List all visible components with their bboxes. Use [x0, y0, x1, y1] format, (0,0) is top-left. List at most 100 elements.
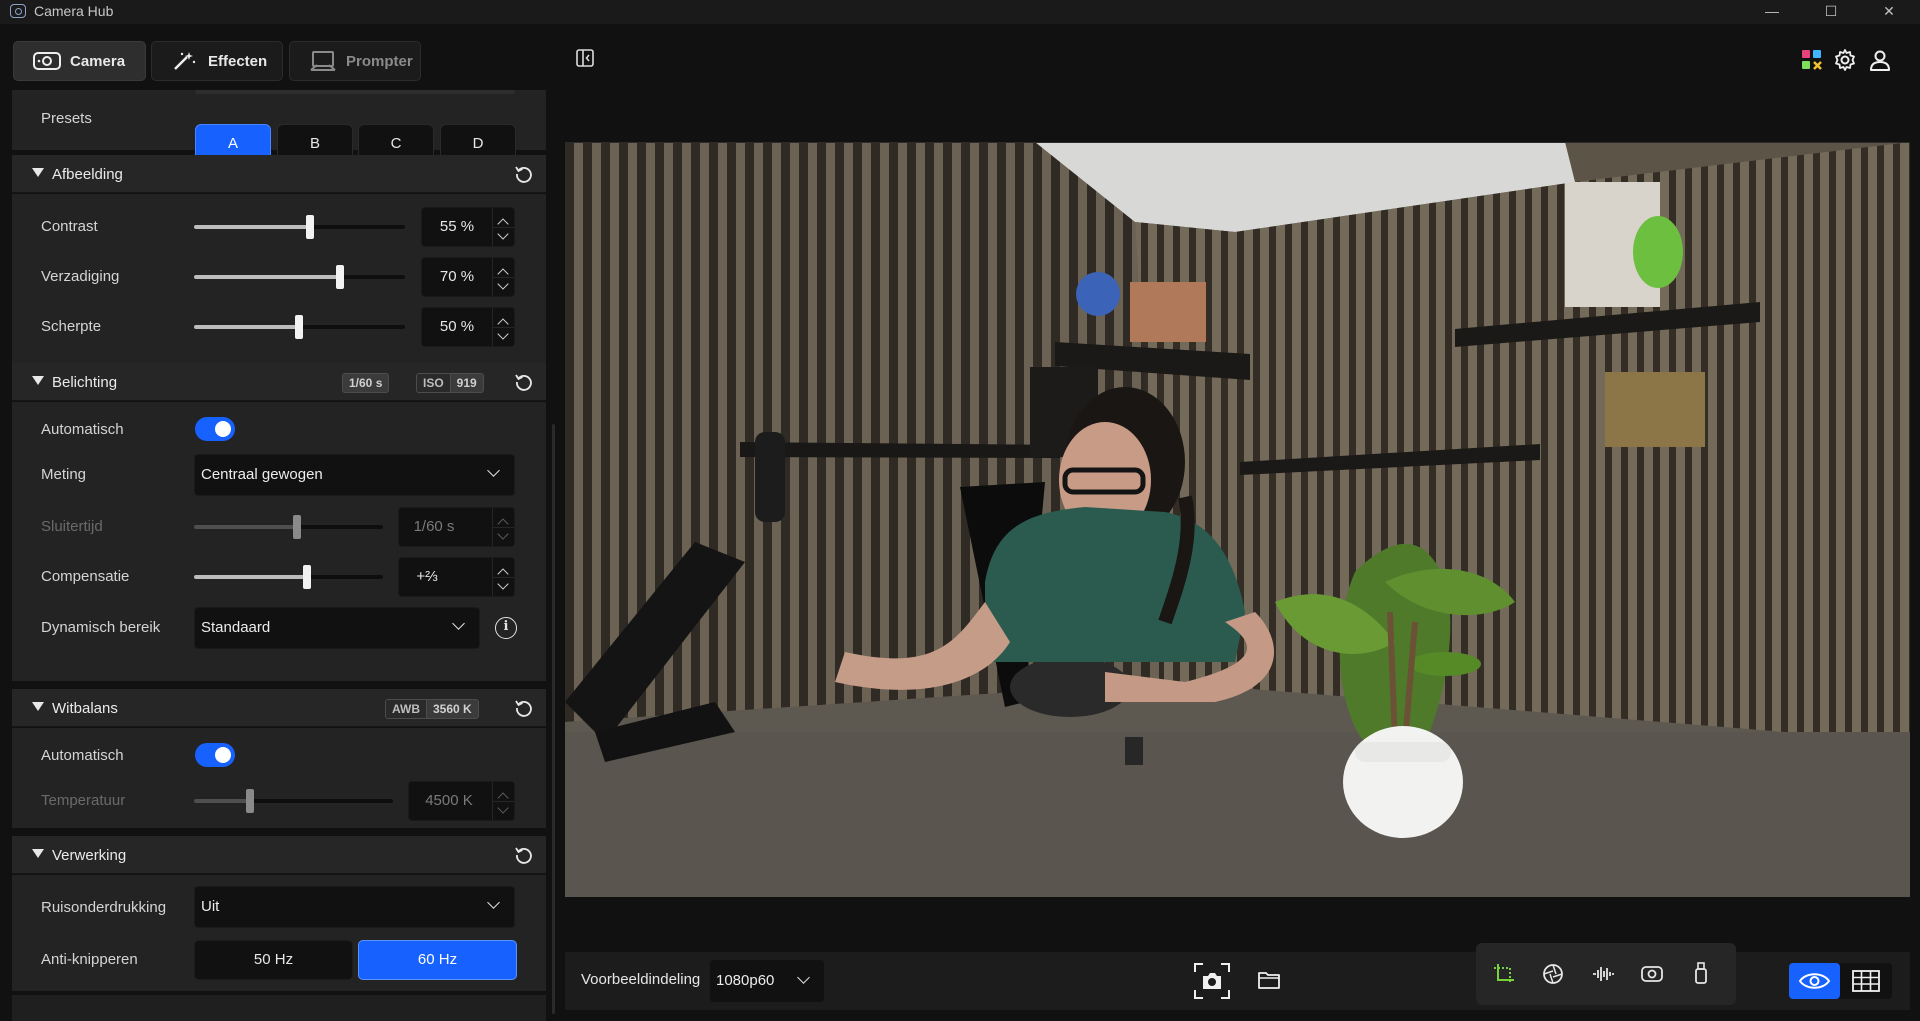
contrast-slider-thumb[interactable]: [306, 215, 314, 239]
belichting-automatisch-toggle[interactable]: [195, 417, 235, 441]
close-button[interactable]: ✕: [1866, 0, 1912, 24]
temperatuur-slider-thumb: [246, 789, 254, 813]
witbalans-header[interactable]: Witbalans AWB 3560 K: [12, 689, 546, 727]
chevron-down-icon: [497, 528, 509, 540]
reset-icon[interactable]: [514, 164, 534, 184]
afbeelding-header[interactable]: Afbeelding: [12, 155, 546, 193]
belichting-header[interactable]: Belichting 1/60 s ISO 919: [12, 363, 546, 401]
contrast-stepper[interactable]: 55 %: [421, 207, 515, 247]
stepper-arrows[interactable]: [492, 258, 514, 296]
contrast-value[interactable]: 55 %: [422, 208, 492, 246]
verzadiging-label: Verzadiging: [41, 268, 120, 285]
ruisonderdrukking-dropdown[interactable]: Uit: [194, 886, 515, 928]
dynamisch-bereik-label: Dynamisch bereik: [41, 619, 161, 636]
tab-prompter[interactable]: Prompter: [289, 41, 421, 81]
chevron-down-icon: [487, 896, 500, 909]
chevron-down-icon[interactable]: [497, 328, 509, 340]
user-icon[interactable]: [1868, 48, 1892, 72]
hz-50-button[interactable]: 50 Hz: [194, 940, 353, 980]
apps-icon[interactable]: [1800, 48, 1824, 72]
verzadiging-slider[interactable]: [194, 265, 405, 289]
resolution-dropdown[interactable]: 1080p60: [710, 960, 824, 1002]
tab-camera[interactable]: Camera: [13, 41, 146, 81]
usb-device-icon[interactable]: [1692, 961, 1710, 985]
verwerking-title: Verwerking: [52, 847, 127, 864]
folder-icon[interactable]: [1258, 970, 1280, 990]
meting-label: Meting: [41, 466, 87, 483]
camera-feed-image: [565, 142, 1910, 897]
hz-60-button[interactable]: 60 Hz: [358, 940, 517, 980]
chevron-down-icon[interactable]: [497, 578, 509, 590]
contrast-slider-fill: [194, 225, 310, 229]
ruisonderdrukking-label: Ruisonderdrukking: [41, 899, 167, 916]
tab-effecten-label: Effecten: [208, 52, 268, 70]
info-icon[interactable]: i: [495, 617, 517, 639]
maximize-button[interactable]: ☐: [1808, 0, 1854, 24]
camera-preview[interactable]: [565, 142, 1910, 897]
preview-view-button[interactable]: [1789, 963, 1840, 999]
preview-tools-group: [1476, 943, 1736, 1005]
reset-icon[interactable]: [514, 845, 534, 865]
compensatie-slider-fill: [194, 575, 307, 579]
temperatuur-slider-fill: [194, 799, 250, 803]
stepper-arrows[interactable]: [492, 308, 514, 346]
aperture-icon[interactable]: [1542, 963, 1564, 985]
crop-frame-icon[interactable]: [1493, 963, 1515, 985]
stepper-arrows[interactable]: [492, 208, 514, 246]
iso-badge-value: 919: [456, 376, 477, 390]
verzadiging-stepper[interactable]: 70 %: [421, 257, 515, 297]
collapse-triangle-icon: [32, 376, 44, 385]
scrollbar[interactable]: [552, 424, 555, 1014]
sluitertijd-slider: [194, 515, 383, 539]
webcam-icon: [32, 50, 62, 72]
compensatie-stepper[interactable]: +⅔: [398, 557, 515, 597]
witbalans-automatisch-toggle[interactable]: [195, 743, 235, 767]
anti-knipperen-label: Anti-knipperen: [41, 951, 138, 968]
chevron-down-icon[interactable]: [497, 278, 509, 290]
presets-label: Presets: [41, 110, 92, 127]
stepper-arrows[interactable]: [492, 558, 514, 596]
sidebar-collapse-icon[interactable]: [576, 49, 594, 67]
chevron-down-icon[interactable]: [497, 228, 509, 240]
chevron-down-icon: [797, 971, 810, 984]
afbeelding-title: Afbeelding: [52, 166, 123, 183]
scherpte-slider[interactable]: [194, 315, 405, 339]
witbalans-title: Witbalans: [52, 700, 118, 717]
shutter-badge: 1/60 s: [342, 373, 390, 393]
audio-waveform-icon[interactable]: [1591, 963, 1615, 985]
scherpte-slider-thumb[interactable]: [295, 315, 303, 339]
tab-effecten[interactable]: Effecten: [151, 41, 283, 81]
minimize-button[interactable]: —: [1749, 0, 1795, 24]
resolution-value: 1080p60: [716, 972, 775, 989]
title-bar: Camera Hub — ☐ ✕: [0, 0, 1920, 24]
scherpte-value[interactable]: 50 %: [422, 308, 492, 346]
verwerking-header[interactable]: Verwerking: [12, 836, 546, 874]
compensatie-slider-thumb[interactable]: [303, 565, 311, 589]
belichting-title: Belichting: [52, 374, 118, 391]
belichting-automatisch-label: Automatisch: [41, 421, 124, 438]
grid-view-icon[interactable]: [1851, 969, 1881, 993]
gear-icon[interactable]: [1833, 48, 1857, 72]
collapse-triangle-icon: [32, 849, 44, 858]
snapshot-camera-icon[interactable]: [1193, 962, 1231, 1000]
verzadiging-slider-thumb[interactable]: [336, 265, 344, 289]
contrast-slider[interactable]: [194, 215, 405, 239]
chevron-down-icon: [497, 802, 509, 814]
reset-icon[interactable]: [514, 372, 534, 392]
scroll-fade: [195, 90, 515, 94]
scherpte-slider-fill: [194, 325, 300, 329]
compensatie-slider[interactable]: [194, 565, 383, 589]
sluitertijd-value: 1/60 s: [413, 518, 455, 535]
dynamisch-bereik-dropdown[interactable]: Standaard: [194, 607, 480, 649]
meting-dropdown[interactable]: Centraal gewogen: [194, 454, 515, 496]
temperatuur-slider: [194, 789, 393, 813]
sluitertijd-label: Sluitertijd: [41, 518, 103, 535]
prompter-icon: [308, 50, 338, 72]
verzadiging-value[interactable]: 70 %: [422, 258, 492, 296]
reset-icon[interactable]: [514, 698, 534, 718]
compensatie-value[interactable]: +⅔: [399, 558, 455, 596]
webcam-icon[interactable]: [1640, 963, 1664, 985]
temperatuur-stepper: 4500 K: [408, 781, 515, 821]
scherpte-stepper[interactable]: 50 %: [421, 307, 515, 347]
iso-badge-key: ISO: [417, 374, 451, 392]
